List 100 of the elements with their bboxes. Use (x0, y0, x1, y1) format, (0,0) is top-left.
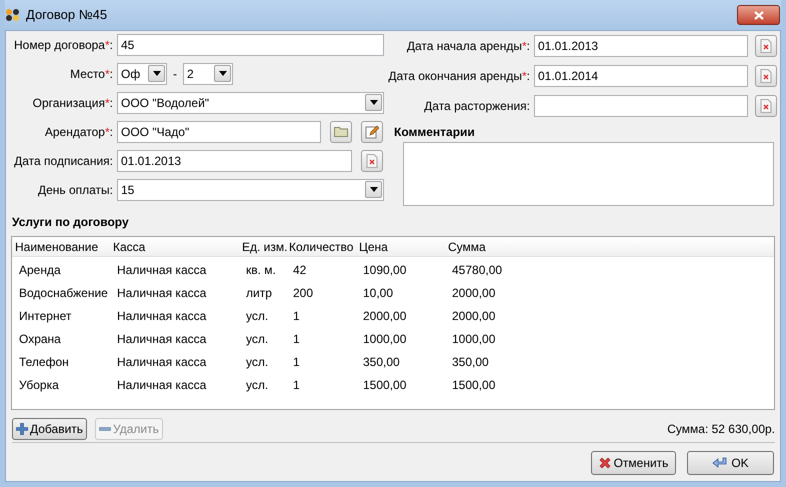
table-row[interactable]: Телефон Наличная касса усл. 1 350,00 350,00 (12, 350, 774, 373)
column-header[interactable]: Наименование (15, 238, 113, 256)
place-number-combo[interactable]: 2 (183, 62, 233, 84)
caret-down-icon (152, 71, 160, 76)
dropdown-button[interactable] (365, 94, 382, 111)
clear-date-button[interactable] (361, 150, 383, 172)
table-cell-text: 1 (293, 330, 301, 348)
folder-button[interactable] (330, 120, 352, 142)
table-cell-text: 2000,00 (452, 308, 496, 324)
input-field[interactable]: ООО "Чадо" (117, 120, 321, 142)
table-cell-text: 1500,00 (363, 376, 408, 394)
table-cell-text: литр (246, 284, 273, 302)
ok-button[interactable]: OK (687, 451, 774, 475)
table-cell-text: 1 (293, 308, 301, 324)
dropdown-button[interactable] (148, 65, 165, 82)
close-icon (754, 10, 764, 20)
table-cell-text: 1090,00 (363, 262, 408, 278)
dropdown-button[interactable] (214, 65, 231, 82)
combo-box[interactable]: ООО "Водолей" (117, 92, 384, 114)
field-label: Арендатор*: (44, 124, 114, 140)
input-field[interactable] (534, 94, 748, 116)
field-label: Дата начала аренды*: (406, 38, 531, 54)
table-row[interactable]: Охрана Наличная касса усл. 1 1000,00 1000,00 (12, 327, 774, 350)
column-header[interactable]: Ед. изм. (242, 238, 289, 256)
table-cell-text: 45780,00 (452, 262, 504, 278)
clear-date-button[interactable] (755, 34, 777, 56)
table-cell-text: Наличная касса (117, 330, 208, 348)
column-header[interactable]: Цена (359, 238, 448, 256)
table-row[interactable]: Аренда Наличная касса кв. м. 42 1090,00 45780,00 (12, 258, 774, 281)
table-cell-text: Наличная касса (117, 354, 208, 370)
table-cell-text: усл. (246, 330, 270, 348)
caret-down-icon (370, 187, 378, 192)
edit-button[interactable] (361, 120, 383, 142)
close-icon (598, 457, 611, 469)
add-button[interactable]: Добавить (12, 418, 88, 440)
table-cell-text: 1 (293, 354, 301, 370)
window-title: Договор №45 (26, 6, 108, 24)
enter-icon (712, 457, 728, 469)
clear-document-icon (760, 68, 772, 82)
plus-icon (16, 423, 28, 435)
field-label: Дата подписания: (13, 152, 114, 170)
table-cell-text: Аренда (19, 262, 62, 278)
field-label: Организация*: (32, 94, 114, 112)
caret-down-icon (218, 71, 226, 76)
table-cell-text: Охрана (19, 330, 62, 348)
table-cell-text: 42 (293, 262, 308, 278)
table-cell-text: 1000,00 (452, 330, 496, 348)
table-cell-text: Водоснабжение (19, 284, 109, 302)
table-cell-text: Уборка (19, 376, 60, 394)
input-field[interactable]: 01.01.2014 (534, 64, 748, 86)
table-cell-text: усл. (246, 376, 270, 394)
table-cell-text: 1000,00 (363, 330, 408, 348)
pencil-icon (365, 124, 379, 138)
dropdown-button[interactable] (365, 181, 382, 198)
clear-document-icon (366, 154, 378, 168)
table-cell-text: 10,00 (363, 284, 394, 302)
table-cell-text: 350,00 (363, 354, 401, 370)
table-cell-text: усл. (246, 354, 270, 370)
table-cell-text: Интернет (19, 308, 72, 324)
table-cell-text: 200 (293, 284, 314, 302)
clear-document-icon (760, 98, 772, 112)
combo-box[interactable]: 15 (117, 178, 384, 200)
table-cell-text: 2000,00 (452, 284, 496, 302)
column-header[interactable]: Сумма (448, 238, 774, 256)
section-title: Услуги по договору (12, 214, 130, 231)
table-cell-text: 350,00 (452, 354, 490, 370)
clear-date-button[interactable] (755, 64, 777, 86)
place-combo[interactable]: Оф (117, 62, 167, 84)
field-label: Дата расторжения: (423, 98, 531, 114)
field-label: Место*: (69, 66, 114, 82)
column-header[interactable]: Касса (113, 238, 242, 256)
cancel-button[interactable]: Отменить (591, 451, 676, 475)
field-label: Дата окончания аренды*: (388, 68, 531, 84)
table-cell-text: кв. м. (246, 262, 277, 278)
field-label: Номер договора*: (12, 36, 114, 54)
table-cell-text: Наличная касса (117, 376, 208, 394)
comments-field[interactable] (403, 142, 774, 206)
table-cell-text: 1 (293, 376, 301, 394)
table-cell-text: Наличная касса (117, 284, 208, 302)
clear-date-button[interactable] (755, 94, 777, 116)
table-cell-text: Наличная касса (117, 308, 208, 324)
table-cell-text: Наличная касса (117, 262, 208, 278)
table-row[interactable]: Уборка Наличная касса усл. 1 1500,00 1500,00 (12, 373, 774, 396)
input-field[interactable]: 01.01.2013 (117, 150, 352, 172)
field-label: День оплаты: (36, 182, 114, 198)
column-header[interactable]: Количество (289, 238, 359, 256)
minus-icon (99, 427, 112, 431)
table-cell-text: 2000,00 (363, 308, 408, 324)
separator: - (173, 66, 177, 82)
comments-title: Комментарии (394, 124, 476, 141)
folder-icon (334, 126, 348, 137)
close-button[interactable] (737, 5, 780, 25)
table-row[interactable]: Интернет Наличная касса усл. 1 2000,00 2000,00 (12, 304, 774, 327)
input-field[interactable]: 01.01.2013 (534, 34, 748, 56)
app-icon (5, 8, 21, 22)
table-cell-text: 1500,00 (452, 376, 496, 394)
input-field[interactable]: 45 (117, 34, 384, 56)
clear-document-icon (760, 38, 772, 52)
caret-down-icon (370, 100, 378, 105)
table-row[interactable]: Водоснабжение Наличная касса литр 200 10,00 2000,00 (12, 281, 774, 304)
